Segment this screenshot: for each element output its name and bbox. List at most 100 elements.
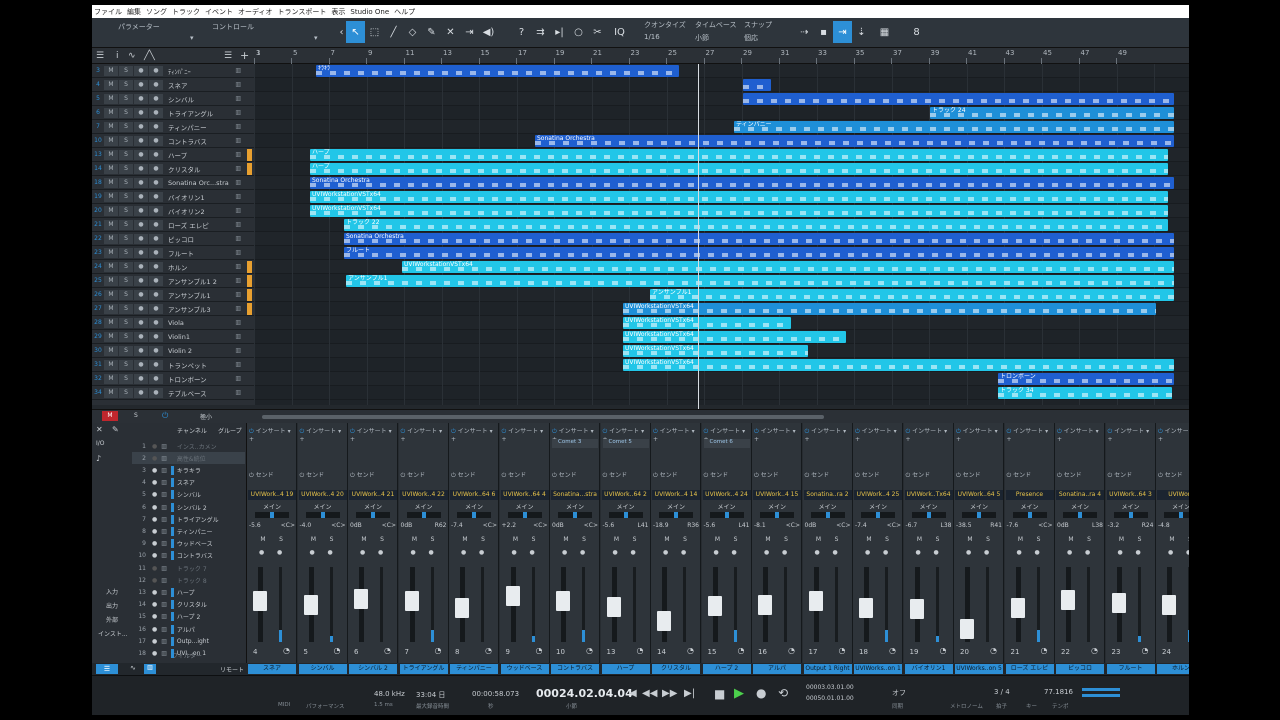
solo-button[interactable]: S xyxy=(119,261,133,272)
pan-slider[interactable] xyxy=(305,512,340,518)
record-button[interactable]: ● xyxy=(134,191,148,202)
solo-button[interactable]: S xyxy=(528,536,540,545)
midi-clip[interactable]: トラック 34 xyxy=(998,387,1172,399)
mute-button[interactable]: M xyxy=(104,233,118,244)
monitor-icon[interactable]: ● xyxy=(934,549,939,556)
mute-button[interactable]: M xyxy=(104,135,118,146)
instrument-name[interactable]: UVIWork..4 20 xyxy=(298,490,347,500)
insert-plugin[interactable]: Comet 3 xyxy=(552,439,598,448)
track-name[interactable]: トランペット xyxy=(164,360,235,370)
monitor-icon[interactable]: ● xyxy=(1186,549,1189,556)
channel-name-tab[interactable]: ウッドベース xyxy=(500,664,549,674)
send-slot[interactable]: ⏻ センド xyxy=(956,470,981,480)
solo-button[interactable]: S xyxy=(1184,536,1189,545)
pan-knob-icon[interactable]: ◔ xyxy=(334,646,341,655)
insert-slot[interactable]: ⏻ インサート ▾ + xyxy=(1057,426,1103,443)
channel-list-row[interactable]: 5 ● ▥ シンバル xyxy=(132,489,245,501)
channel-name-tab[interactable]: スネア xyxy=(248,664,296,674)
track-row[interactable]: 34 M S ● ● テブルベース ▥ xyxy=(92,386,254,400)
fader-cap[interactable] xyxy=(1111,593,1126,613)
mute-button[interactable]: M xyxy=(308,536,320,545)
fader-cap[interactable] xyxy=(808,590,823,611)
mute-button[interactable]: M xyxy=(104,317,118,328)
monitor-icon[interactable]: ● xyxy=(883,549,888,556)
channel-name-tab[interactable]: Output 1 Right xyxy=(803,664,852,674)
solo-button[interactable]: S xyxy=(119,289,133,300)
solo-button[interactable]: S xyxy=(119,219,133,230)
record-button[interactable]: ● xyxy=(134,345,148,356)
fader-cap[interactable] xyxy=(909,599,924,619)
record-button[interactable]: ● xyxy=(134,261,148,272)
menu-item[interactable]: トラック xyxy=(172,7,200,17)
track-row[interactable]: 28 M S ● ● Viola ▥ xyxy=(92,316,254,330)
monitor-icon[interactable]: ● xyxy=(580,549,585,556)
track-row[interactable]: 21 M S ● ● ローズ エレピ ▥ xyxy=(92,218,254,232)
power-icon[interactable]: ⏻ xyxy=(754,428,761,435)
track-name[interactable]: バイオリン2 xyxy=(164,206,235,216)
play-icon[interactable]: ▶ xyxy=(734,686,744,701)
monitor-icon[interactable]: ● xyxy=(1035,549,1040,556)
pan-slider[interactable] xyxy=(507,512,542,518)
mute-button[interactable]: M xyxy=(1015,536,1027,545)
volume-fader[interactable] xyxy=(455,567,469,642)
record-button[interactable]: ● xyxy=(134,303,148,314)
visibility-icon[interactable]: ● xyxy=(152,565,157,572)
solo-button[interactable]: S xyxy=(477,536,489,545)
monitor-button[interactable]: ● xyxy=(149,79,163,90)
track-row[interactable]: 5 M S ● ● シンバル ▥ xyxy=(92,92,254,106)
mute-button[interactable]: M xyxy=(104,93,118,104)
volume-fader[interactable] xyxy=(1010,567,1025,642)
monitor-button[interactable]: ● xyxy=(149,149,163,160)
pan-knob-icon[interactable]: ◔ xyxy=(283,646,290,655)
channel-list-row[interactable]: 18 ● ▥ UVI...on 1 xyxy=(132,647,245,659)
midi-clip[interactable]: UVIWorkstationVSTx64 xyxy=(623,303,1156,315)
midi-clip[interactable]: UVIWorkstationVSTx64 xyxy=(402,261,1174,273)
mute-button[interactable]: M xyxy=(104,247,118,258)
fader-cap[interactable] xyxy=(354,588,368,609)
volume-fader[interactable] xyxy=(556,567,570,642)
instrument-name[interactable]: UVIWork..64 5 xyxy=(955,490,1003,500)
record-icon[interactable]: ● xyxy=(461,549,466,556)
pan-knob-icon[interactable]: ◔ xyxy=(1091,646,1098,655)
monitor-button[interactable]: ● xyxy=(149,163,163,174)
record-button[interactable]: ● xyxy=(134,387,148,398)
monitor-button[interactable]: ● xyxy=(149,93,163,104)
track-name[interactable]: コントラバス xyxy=(164,136,235,146)
mute-button[interactable]: M xyxy=(104,191,118,202)
send-slot[interactable]: ⏻ センド xyxy=(300,470,325,480)
track-row[interactable]: 14 M S ● ● クリスタル ▥ xyxy=(92,162,254,176)
channel-list-row[interactable]: 6 ● ▥ シンバル 2 xyxy=(132,501,245,513)
output-main[interactable]: メイン xyxy=(1056,502,1104,511)
fader-cap[interactable] xyxy=(1162,594,1176,615)
mute-tool-icon[interactable]: ✕ xyxy=(441,21,460,43)
track-row[interactable]: 23 M S ● ● フルート ▥ xyxy=(92,246,254,260)
pan-slider[interactable] xyxy=(760,512,794,518)
monitor-button[interactable]: ● xyxy=(149,275,163,286)
visibility-icon[interactable]: ● xyxy=(152,552,157,559)
record-icon[interactable]: ● xyxy=(714,549,719,556)
solo-button[interactable]: S xyxy=(119,275,133,286)
insert-slot[interactable]: ⏻ インサート ▾ + xyxy=(1158,426,1189,443)
track-row[interactable]: 22 M S ● ● ピッコロ ▥ xyxy=(92,232,254,246)
group-tab[interactable]: グループ xyxy=(218,426,242,435)
insert-slot[interactable]: ⏻ インサート ▾ + xyxy=(1108,426,1154,443)
volume-fader[interactable] xyxy=(707,567,722,642)
mute-button[interactable]: M xyxy=(257,536,269,545)
side-input[interactable]: 入力 xyxy=(106,587,118,596)
pan-knob-icon[interactable]: ◔ xyxy=(889,646,896,655)
send-slot[interactable]: ⏻ センド xyxy=(249,470,274,480)
menu-item[interactable]: オーディオ xyxy=(238,7,273,17)
mute-button[interactable]: M xyxy=(510,536,522,545)
send-slot[interactable]: ⏻ センド xyxy=(653,470,678,480)
mute-button[interactable]: M xyxy=(104,121,118,132)
send-slot[interactable]: ⏻ センド xyxy=(350,470,375,480)
record-icon[interactable]: ● xyxy=(916,549,921,556)
monitor-icon[interactable]: ● xyxy=(1136,549,1141,556)
send-slot[interactable]: ⏻ センド xyxy=(1007,470,1032,480)
pan-knob-icon[interactable]: ◔ xyxy=(788,646,795,655)
instrument-name[interactable]: UVIWork..4 19 xyxy=(248,490,296,500)
power-icon[interactable]: ⏻ xyxy=(249,428,256,435)
mute-all-button[interactable]: M xyxy=(102,411,118,421)
snap-grid-icon[interactable]: ▪ xyxy=(814,21,833,43)
pan-slider[interactable] xyxy=(810,512,845,518)
